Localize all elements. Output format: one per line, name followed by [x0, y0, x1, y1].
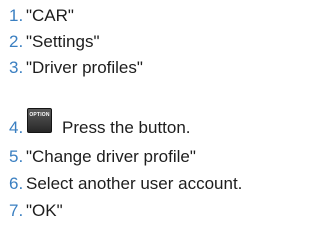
step-number: 7. [9, 201, 24, 220]
step-6: 6. Select another user account. [0, 172, 294, 196]
step-number: 2. [9, 32, 24, 51]
step-text: "Settings" [26, 32, 100, 51]
step-5: 5. "Change driver profile" [0, 145, 294, 169]
step-4: 4. OPTION Press the button. [0, 108, 294, 140]
step-text: Press the button. [62, 118, 191, 137]
step-number: 3. [9, 58, 24, 77]
step-7: 7. "OK" [0, 199, 294, 223]
step-1: 1. "CAR" [0, 4, 294, 28]
step-number: 5. [9, 147, 24, 166]
step-number: 6. [9, 174, 24, 193]
step-text: "OK" [26, 201, 63, 220]
step-text: Select another user account. [26, 174, 243, 193]
step-text: "CAR" [26, 6, 74, 25]
step-text: "Driver profiles" [26, 58, 143, 77]
step-3: 3. "Driver profiles" [0, 56, 294, 80]
step-text: "Change driver profile" [26, 147, 196, 166]
option-button-icon: OPTION [27, 108, 52, 133]
step-number: 1. [9, 6, 24, 25]
step-number: 4. [9, 118, 24, 137]
step-2: 2. "Settings" [0, 30, 294, 54]
